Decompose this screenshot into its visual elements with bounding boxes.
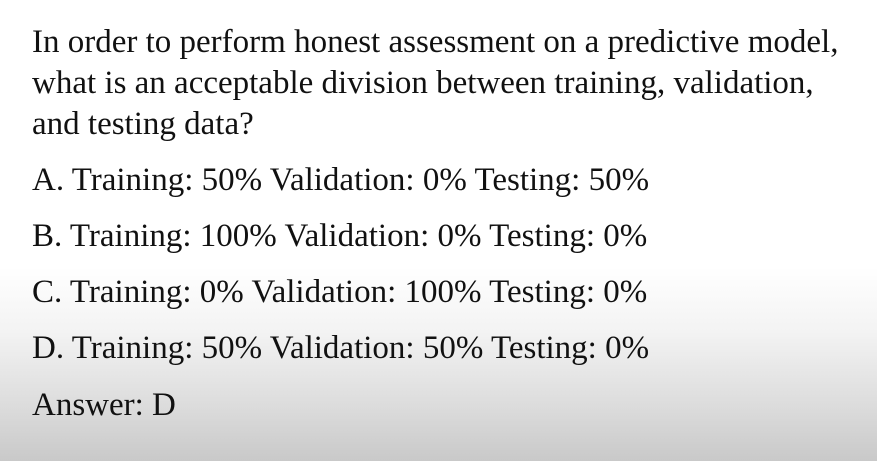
answer-text: Answer: D (32, 387, 176, 423)
option-d: D. Training: 50% Validation: 50% Testing… (32, 330, 650, 366)
question-text: In order to perform honest assessment on… (32, 24, 839, 142)
option-c: C. Training: 0% Validation: 100% Testing… (32, 274, 648, 310)
option-a: A. Training: 50% Validation: 0% Testing:… (32, 162, 650, 198)
quiz-slide: In order to perform honest assessment on… (0, 0, 877, 461)
option-b: B. Training: 100% Validation: 0% Testing… (32, 218, 648, 254)
